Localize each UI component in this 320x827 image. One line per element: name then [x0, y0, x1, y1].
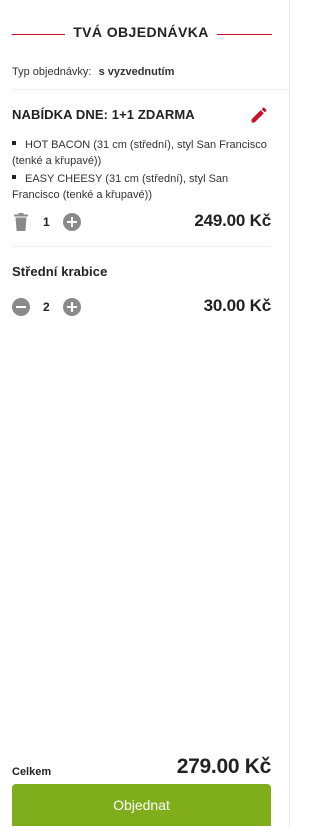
pencil-icon[interactable] — [249, 105, 269, 125]
total-value: 279.00 Kč — [176, 755, 272, 778]
divider — [12, 246, 271, 247]
increase-button[interactable] — [63, 298, 81, 316]
item-detail: EASY CHEESY (31 cm (střední), styl San F… — [12, 171, 274, 203]
quantity-stepper: 1 249.00 Kč — [12, 211, 271, 233]
trash-icon[interactable] — [14, 213, 28, 231]
order-type-value: s vyzvednutím — [98, 66, 175, 78]
order-type: Typ objednávky: s vyzvednutím — [12, 66, 174, 78]
item-detail-text: HOT BACON (31 cm (střední), styl San Fra… — [12, 139, 267, 167]
order-type-label: Typ objednávky: — [12, 66, 92, 78]
quantity-value: 2 — [43, 300, 50, 314]
total-label: Celkem — [12, 766, 52, 778]
quantity-value: 1 — [43, 215, 50, 229]
page-title: TVÁ OBJEDNÁVKA — [73, 24, 209, 40]
item-detail-text: EASY CHEESY (31 cm (střední), styl San F… — [12, 173, 229, 201]
quantity-stepper: 2 30.00 Kč — [12, 296, 271, 318]
plus-icon — [67, 302, 77, 312]
item-details-list: HOT BACON (31 cm (střední), styl San Fra… — [12, 137, 274, 205]
order-header: TVÁ OBJEDNÁVKA — [0, 20, 290, 48]
panel-edge — [289, 0, 290, 827]
item-title-box: Střední krabice — [12, 264, 108, 279]
item-price: 30.00 Kč — [203, 296, 272, 315]
item-detail: HOT BACON (31 cm (střední), styl San Fra… — [12, 137, 274, 169]
item-title-daily-offer: NABÍDKA DNE: 1+1 ZDARMA — [12, 107, 195, 122]
divider — [12, 89, 290, 90]
minus-icon — [16, 306, 26, 308]
plus-icon — [67, 217, 77, 227]
decrease-button[interactable] — [12, 298, 30, 316]
item-price: 249.00 Kč — [194, 211, 271, 230]
increase-button[interactable] — [63, 213, 81, 231]
order-button[interactable]: Objednat — [12, 784, 271, 826]
header-line-right — [217, 34, 272, 35]
